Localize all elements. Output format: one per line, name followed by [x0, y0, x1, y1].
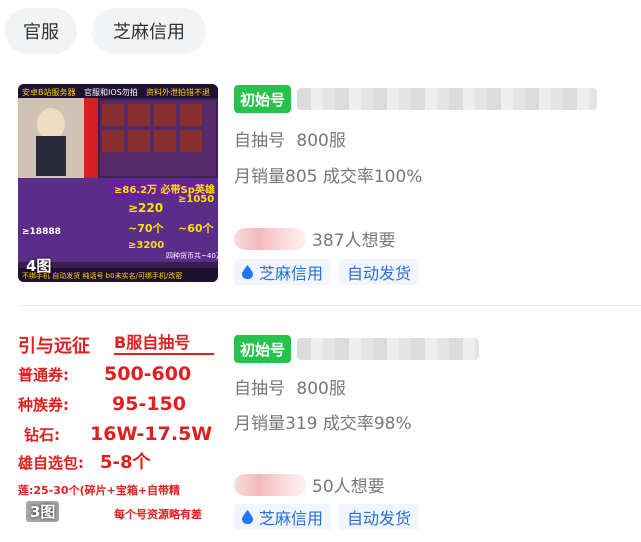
listing-subtitle: 自抽号 800服 [234, 374, 352, 399]
thumb-row-value: 5-8个 [100, 451, 152, 473]
sales-stats: 月销量319 成交率98% [234, 414, 412, 434]
tag-list: 芝麻信用 自动发货 [234, 259, 420, 285]
thumb-s5: ~60个 [178, 221, 215, 235]
tag-list: 芝麻信用 自动发货 [234, 504, 420, 530]
tag-auto-delivery: 自动发货 [339, 504, 420, 530]
thumb-row-value: 95-150 [112, 393, 186, 415]
subtitle-server: 800服 [296, 131, 346, 151]
listing-thumbnail[interactable]: 引与远征 B服自抽号 普通券: 500-600 种族券: 95-150 钻石: … [18, 330, 218, 528]
thumb-s2: ≥220 [128, 201, 163, 215]
listing-thumbnail[interactable]: 安卓B站服务器 官服和IOS勿拍 资料外泄拍错不退 ≥86.2万 必带Sp英雄 … [18, 84, 218, 282]
tag-label: 芝麻信用 [259, 509, 324, 528]
thumb-row-label: 种族券: [18, 396, 69, 414]
image-count-label: 3图 [26, 501, 60, 522]
blurred-avatars [234, 227, 306, 250]
thumb-title-a: 引与远征 [18, 335, 90, 357]
want-count: 387人想要 [312, 231, 396, 251]
initial-account-badge: 初始号 [234, 85, 292, 113]
thumbnail-image: 引与远征 B服自抽号 普通券: 500-600 种族券: 95-150 钻石: … [18, 330, 218, 528]
filter-chip-official[interactable]: 官服 [5, 8, 77, 54]
thumb-header-2: 资料外泄拍错不退 [146, 87, 210, 97]
thumb-line5: 莲:25-30个(碎片+宝箱+自带精 [18, 483, 180, 497]
subtitle-server: 800服 [296, 379, 346, 399]
tag-sesame-credit: 芝麻信用 [234, 504, 332, 530]
image-count-label: 4图 [26, 257, 52, 275]
thumb-s6: ≥3200 [128, 240, 164, 251]
thumb-header-1: 官服和IOS勿拍 [84, 87, 138, 97]
thumb-row-label: 钻石: [24, 426, 60, 444]
tag-sesame-credit: 芝麻信用 [234, 259, 332, 285]
filter-chip-sesame-credit[interactable]: 芝麻信用 [92, 8, 206, 54]
listing-card[interactable]: 引与远征 B服自抽号 普通券: 500-600 种族券: 95-150 钻石: … [0, 330, 641, 542]
thumb-title-b: B服自抽号 [114, 333, 190, 352]
thumb-s7: ≥18888 [22, 227, 61, 237]
want-count-row: 50人想要 [234, 472, 385, 497]
listing-divider [18, 305, 641, 306]
thumb-header-0: 安卓B站服务器 [22, 87, 76, 97]
thumb-line6: 每个号资源略有差 [114, 507, 202, 521]
tag-label: 芝麻信用 [259, 264, 324, 283]
thumbnail-image: 安卓B站服务器 官服和IOS勿拍 资料外泄拍错不退 ≥86.2万 必带Sp英雄 … [18, 84, 218, 282]
tag-auto-delivery: 自动发货 [339, 259, 420, 285]
initial-account-badge: 初始号 [234, 335, 292, 363]
subtitle-type: 自抽号 [234, 131, 285, 151]
thumb-row-value: 500-600 [104, 363, 191, 385]
thumb-row-label: 雄自选包: [18, 454, 84, 472]
subtitle-type: 自抽号 [234, 379, 285, 399]
listing-subtitle: 自抽号 800服 [234, 126, 352, 151]
blurred-title [297, 338, 480, 360]
thumb-row-value: 16W-17.5W [90, 423, 212, 445]
thumb-s4: ~70个 [128, 221, 165, 235]
thumb-s3: ≥1050 [178, 194, 214, 205]
want-count: 50人想要 [312, 477, 385, 497]
thumb-s8: 四种货币共~40万 [166, 251, 218, 260]
water-drop-icon [242, 510, 253, 524]
blurred-avatars [234, 473, 306, 496]
listing-card[interactable]: 安卓B站服务器 官服和IOS勿拍 资料外泄拍错不退 ≥86.2万 必带Sp英雄 … [0, 84, 641, 285]
water-drop-icon [242, 265, 253, 279]
thumb-row-label: 普通券: [18, 366, 69, 384]
blurred-title [297, 88, 598, 110]
sales-stats: 月销量805 成交率100% [234, 167, 423, 187]
want-count-row: 387人想要 [234, 226, 395, 251]
